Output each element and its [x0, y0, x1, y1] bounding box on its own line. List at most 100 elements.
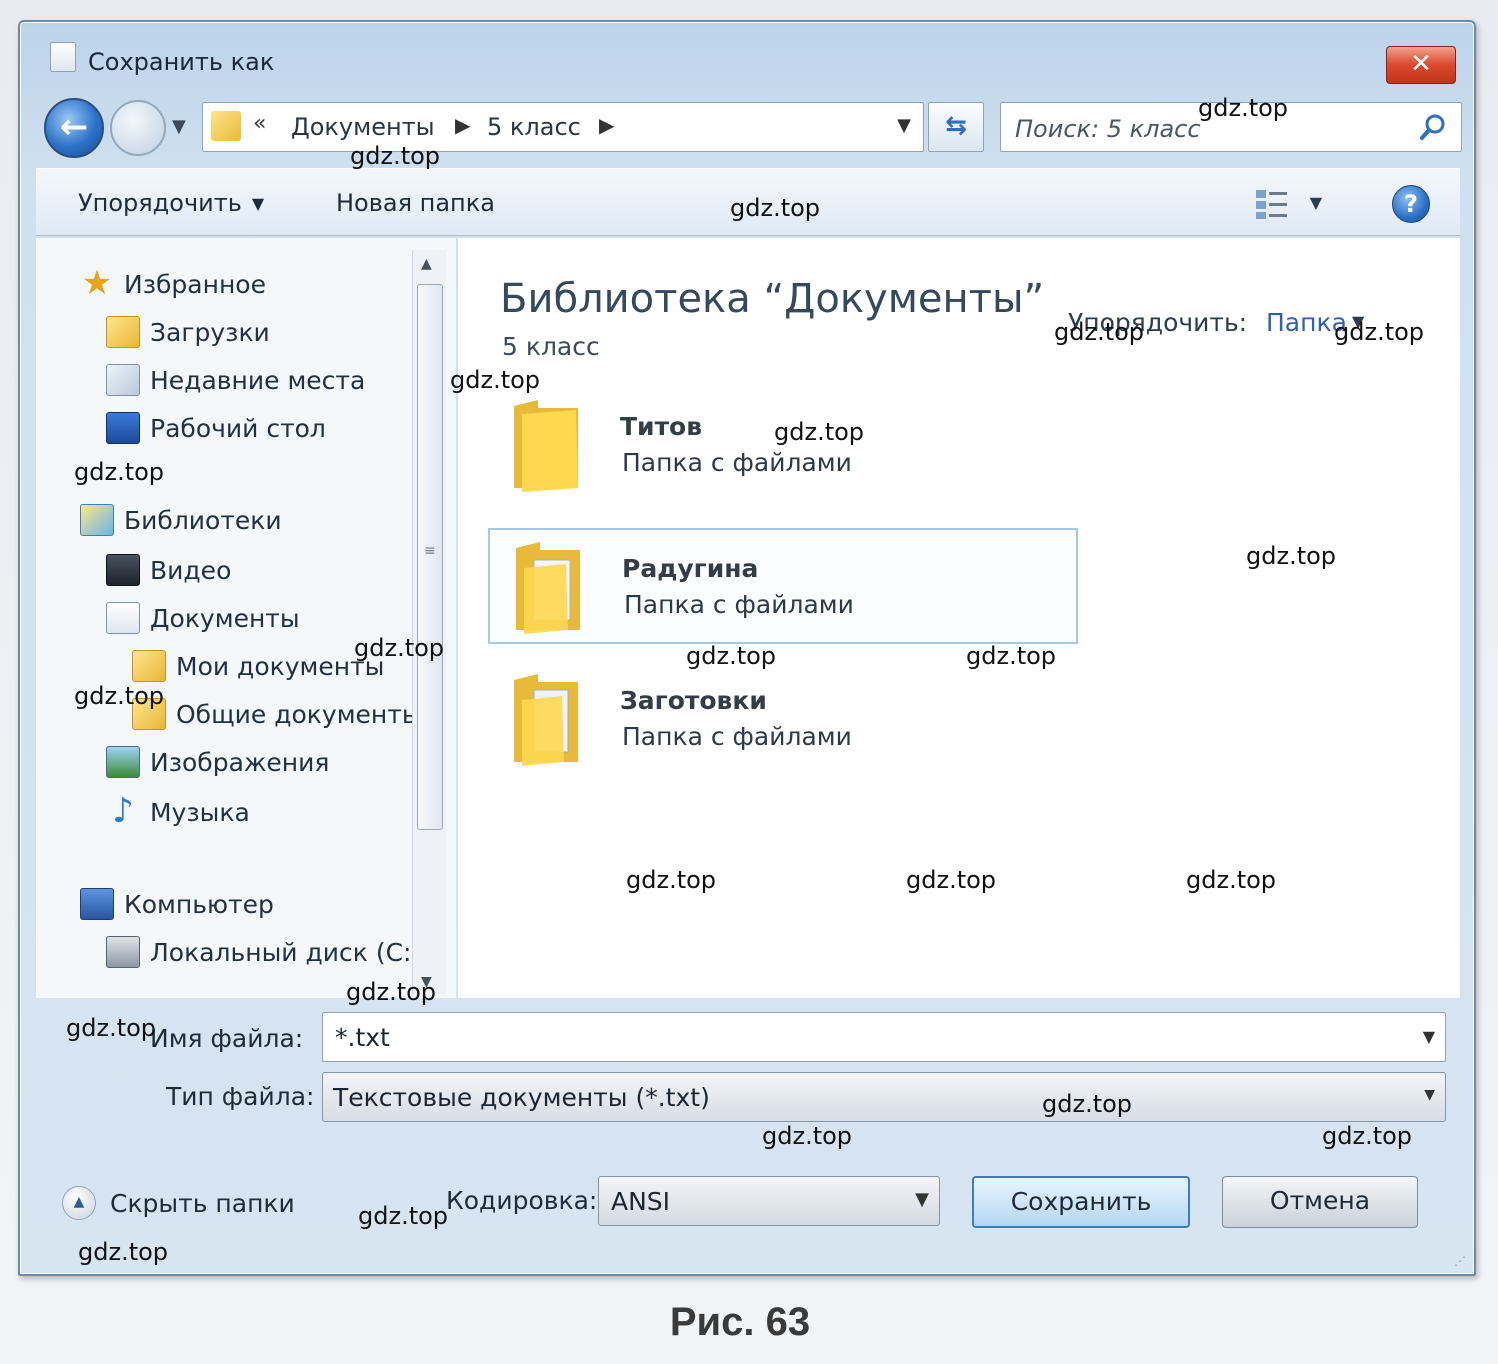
library-subtitle: 5 класс [502, 332, 600, 361]
window-title: Сохранить как [88, 48, 275, 76]
watermark: gdz.top [346, 978, 437, 1006]
nav-item-libraries[interactable]: Библиотеки [80, 504, 282, 536]
nav-label: Видео [150, 555, 232, 585]
hide-folders-label: Скрыть папки [110, 1188, 295, 1218]
watermark: gdz.top [762, 1122, 853, 1150]
nav-item-public-documents[interactable]: Общие документы [132, 698, 422, 730]
hide-folders-button[interactable]: ▲ Скрыть папки [62, 1186, 295, 1220]
nav-label: Недавние места [150, 365, 366, 395]
resize-grip-icon[interactable]: ⋰ [1454, 1254, 1466, 1268]
watermark: gdz.top [906, 866, 997, 894]
nav-item-favorites[interactable]: ★ Избранное [80, 263, 266, 303]
nav-label: Музыка [150, 797, 250, 827]
watermark: gdz.top [686, 642, 777, 670]
folder-name: Заготовки [620, 686, 767, 715]
breadcrumb-5-class[interactable]: 5 класс [487, 113, 581, 141]
breadcrumb-documents[interactable]: Документы [291, 113, 435, 141]
watermark: gdz.top [358, 1202, 449, 1230]
scroll-thumb[interactable]: ≡ [417, 284, 443, 830]
encoding-label: Кодировка: [446, 1186, 598, 1215]
disk-drive-icon [106, 936, 140, 968]
watermark: gdz.top [74, 682, 165, 710]
grip-icon: ≡ [424, 543, 436, 559]
forward-arrow-icon[interactable] [110, 100, 166, 156]
filename-label: Имя файла: [150, 1024, 304, 1053]
nav-item-downloads[interactable]: Загрузки [106, 316, 270, 348]
navigation-pane: ★ Избранное Загрузки Недавние места Рабоч… [36, 238, 456, 998]
close-button[interactable]: ✕ [1386, 46, 1456, 84]
video-icon [106, 554, 140, 586]
address-bar[interactable]: « Документы ▶ 5 класс ▶ ▼ [202, 102, 924, 152]
encoding-select[interactable]: ANSI ▼ [598, 1176, 940, 1226]
nav-item-music[interactable]: ♪ Музыка [106, 794, 250, 828]
filetype-value: Текстовые документы (*.txt) [333, 1083, 710, 1112]
nav-item-recent[interactable]: Недавние места [106, 364, 365, 396]
watermark: gdz.top [78, 1238, 169, 1266]
back-arrow-icon[interactable]: ← [44, 98, 104, 158]
filename-value: *.txt [335, 1023, 390, 1052]
history-dropdown-icon[interactable]: ▼ [172, 116, 186, 137]
nav-label: Избранное [124, 269, 266, 299]
folder-item[interactable]: Заготовки Папка с файлами [488, 662, 1078, 778]
nav-item-my-documents[interactable]: Мои документы [132, 650, 384, 682]
nav-item-video[interactable]: Видео [106, 554, 231, 586]
computer-icon [80, 888, 114, 920]
encoding-value: ANSI [611, 1187, 671, 1216]
cancel-button[interactable]: Отмена [1222, 1176, 1418, 1228]
chevron-down-icon: ▼ [915, 1189, 929, 1210]
view-options-icon[interactable] [1254, 187, 1290, 221]
downloads-folder-icon [106, 316, 140, 348]
save-button[interactable]: Сохранить [972, 1176, 1190, 1228]
watermark: gdz.top [966, 642, 1057, 670]
desktop-icon [106, 412, 140, 444]
watermark: gdz.top [1334, 318, 1425, 346]
libraries-icon [80, 504, 114, 536]
filename-field[interactable]: *.txt ▼ [322, 1012, 1446, 1062]
nav-label: Изображения [150, 747, 330, 777]
watermark: gdz.top [66, 1014, 157, 1042]
address-dropdown-icon[interactable]: ▼ [897, 115, 911, 136]
chevron-down-icon[interactable]: ▼ [1423, 1027, 1435, 1046]
watermark: gdz.top [626, 866, 717, 894]
scroll-up-icon[interactable]: ▲ [421, 256, 432, 272]
watermark: gdz.top [774, 418, 865, 446]
folder-icon [514, 400, 578, 492]
folder-name: Радугина [622, 554, 759, 583]
search-icon[interactable] [1417, 111, 1449, 143]
document-icon [50, 42, 76, 72]
refresh-icon[interactable]: ⇆ [928, 102, 984, 152]
breadcrumb-overflow-icon[interactable]: « [253, 111, 266, 136]
folder-item-selected[interactable]: Радугина Папка с файлами [488, 528, 1078, 644]
nav-item-desktop[interactable]: Рабочий стол [106, 412, 326, 444]
folder-icon [516, 542, 580, 634]
folder-item[interactable]: Титов Папка с файлами [488, 388, 1078, 504]
nav-item-documents[interactable]: Документы [106, 602, 300, 634]
figure-caption: Рис. 63 [669, 1300, 811, 1344]
watermark: gdz.top [730, 194, 821, 222]
folder-name: Титов [620, 412, 703, 441]
recent-places-icon [106, 364, 140, 396]
watermark: gdz.top [1322, 1122, 1413, 1150]
nav-label: Рабочий стол [150, 413, 326, 443]
chevron-down-icon: ▼ [251, 194, 265, 213]
breadcrumb-separator-icon[interactable]: ▶ [455, 113, 470, 137]
watermark: gdz.top [350, 142, 441, 170]
star-icon: ★ [81, 263, 113, 303]
nav-label: Документы [150, 603, 300, 633]
organize-button[interactable]: Упорядочить ▼ [78, 189, 264, 217]
view-dropdown-icon[interactable]: ▼ [1310, 193, 1322, 212]
images-icon [106, 746, 140, 778]
watermark: gdz.top [450, 366, 541, 394]
nav-item-images[interactable]: Изображения [106, 746, 329, 778]
filetype-select[interactable]: Текстовые документы (*.txt) ▼ [322, 1072, 1446, 1122]
watermark: gdz.top [74, 458, 165, 486]
folder-type: Папка с файлами [622, 722, 852, 751]
breadcrumb-separator-icon[interactable]: ▶ [599, 113, 614, 137]
library-title: Библиотека “Документы” [500, 276, 1045, 322]
new-folder-button[interactable]: Новая папка [336, 189, 495, 217]
nav-label: Загрузки [150, 317, 270, 347]
help-icon[interactable]: ? [1392, 185, 1430, 223]
nav-item-local-disk[interactable]: Локальный диск (C:) [106, 936, 421, 968]
nav-item-computer[interactable]: Компьютер [80, 888, 274, 920]
nav-scrollbar[interactable]: ▲ ≡ ▼ [412, 250, 446, 994]
